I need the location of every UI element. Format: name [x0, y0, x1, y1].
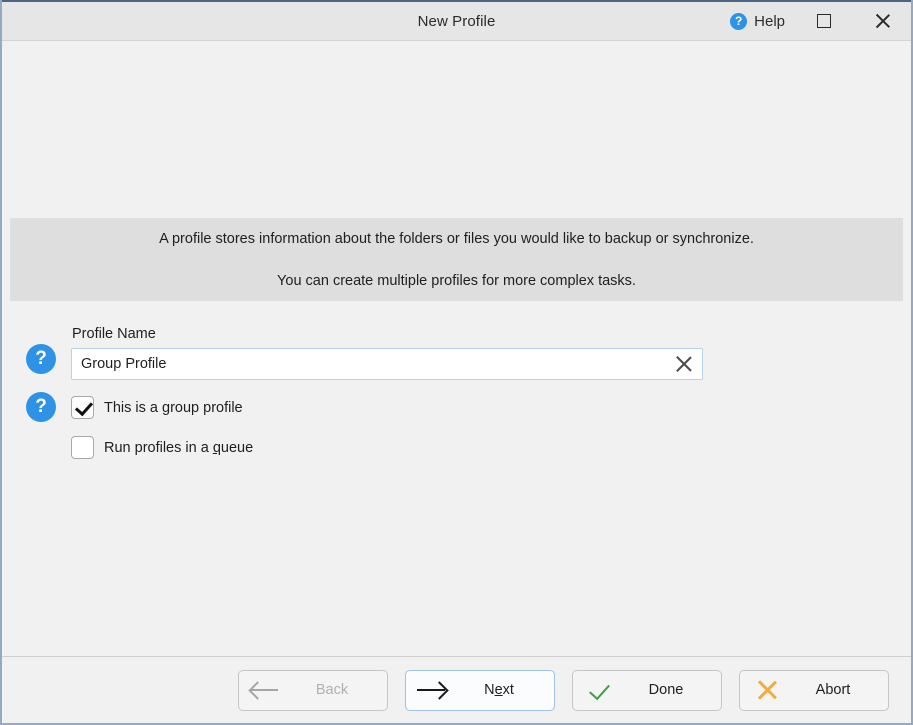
checkbox-label-run-in-queue: Run profiles in a queue: [104, 440, 253, 456]
title-bar-controls: ? Help: [724, 2, 911, 40]
profile-name-field[interactable]: [71, 348, 703, 380]
x-icon: [740, 678, 792, 702]
next-button-label: Next: [458, 682, 554, 698]
help-button[interactable]: ? Help: [724, 9, 795, 34]
arrow-right-icon: [406, 681, 458, 700]
clear-x-icon[interactable]: [672, 353, 694, 375]
profile-name-label: Profile Name: [72, 326, 156, 342]
title-bar: New Profile ? Help: [2, 0, 911, 41]
label-part-before: Run profiles in a: [104, 439, 213, 456]
done-button[interactable]: Done: [572, 669, 722, 711]
help-icon-profile-name[interactable]: ?: [26, 344, 56, 374]
back-button-label: Back: [315, 682, 349, 698]
back-button[interactable]: Back: [238, 669, 388, 711]
button-bar: Back Next Done Abort: [2, 656, 911, 723]
label-accel-char: e: [494, 682, 503, 698]
checkbox-label-group-profile: This is a group profile: [104, 399, 243, 416]
label-part-before: N: [484, 682, 495, 698]
maximize-icon: [817, 14, 831, 28]
abort-button[interactable]: Abort: [739, 669, 889, 711]
info-banner: A profile stores information about the f…: [10, 218, 903, 301]
info-banner-line-2: You can create multiple profiles for mor…: [277, 272, 636, 289]
close-icon: [873, 12, 891, 30]
question-circle-icon: ?: [730, 12, 748, 30]
label-part-after: ueue: [220, 439, 254, 456]
help-button-label: Help: [754, 12, 785, 30]
label-part-after: xt: [502, 682, 514, 698]
profile-name-input[interactable]: [81, 356, 672, 372]
checkbox-row-run-in-queue[interactable]: Run profiles in a queue: [71, 436, 253, 459]
checkbox-group-profile[interactable]: [71, 396, 94, 419]
maximize-button[interactable]: [795, 1, 853, 42]
checkbox-row-group-profile[interactable]: This is a group profile: [71, 396, 243, 419]
checkbox-run-in-queue[interactable]: [71, 436, 94, 459]
help-icon-group-profile[interactable]: ?: [26, 392, 56, 422]
new-profile-window: New Profile ? Help A profile stores info…: [0, 0, 913, 725]
check-icon: [573, 678, 625, 702]
next-button[interactable]: Next: [405, 669, 555, 711]
label-accel-char: q: [212, 439, 221, 456]
dialog-content: A profile stores information about the f…: [2, 41, 911, 656]
close-button[interactable]: [853, 1, 911, 42]
abort-button-label: Abort: [815, 682, 851, 698]
done-button-label: Done: [648, 682, 684, 698]
arrow-left-icon: [239, 681, 291, 700]
info-banner-line-1: A profile stores information about the f…: [159, 230, 754, 247]
